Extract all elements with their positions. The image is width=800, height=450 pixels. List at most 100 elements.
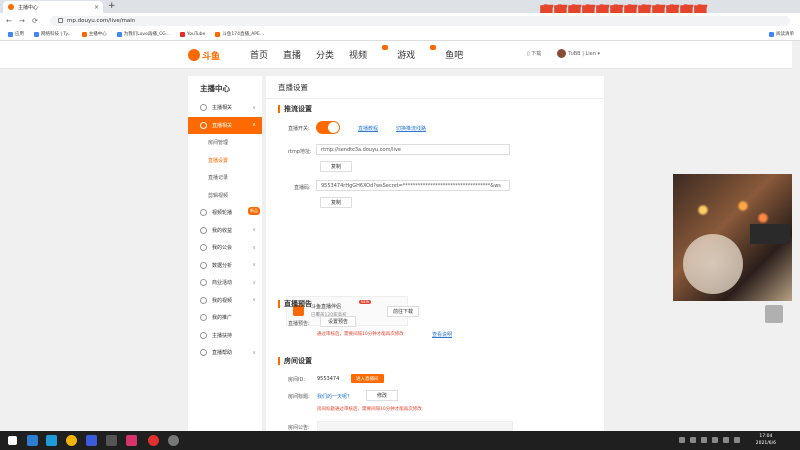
- tray-icon[interactable]: [712, 437, 718, 443]
- nav-live[interactable]: 直播: [283, 48, 301, 61]
- sidebar-item-analytics[interactable]: 数据分析 ∨: [188, 257, 262, 275]
- lock-icon: [58, 18, 63, 23]
- logo-text: 斗鱼: [202, 51, 221, 62]
- bookmark-apps[interactable]: 应用: [8, 31, 24, 37]
- nav-fishbar[interactable]: 鱼吧: [445, 48, 463, 61]
- sidebar-item-promotion[interactable]: 我的推广: [188, 309, 262, 327]
- sidebar-item-income[interactable]: 我的收益 ∨: [188, 222, 262, 240]
- download-button[interactable]: 前往下载: [387, 306, 419, 317]
- app-icon[interactable]: [86, 435, 97, 446]
- sidebar-item-help[interactable]: 直播帮助 ∨: [188, 344, 262, 362]
- hot-badge-icon: [430, 45, 437, 50]
- new-badge: NEW: [359, 300, 372, 304]
- copy-code-button[interactable]: 复制: [320, 197, 352, 208]
- room-notice-textarea[interactable]: [317, 421, 513, 431]
- live-preview-label: 直播预告:: [288, 321, 310, 327]
- nav-game[interactable]: 游戏: [397, 45, 437, 61]
- bookmark-item[interactable]: 斗鱼174直播_APE...: [215, 31, 264, 37]
- obs-icon[interactable]: [168, 435, 179, 446]
- room-title-value[interactable]: 我们的一天呢?: [317, 393, 350, 400]
- sidebar-sub-live-records[interactable]: 直播记录: [188, 169, 262, 187]
- tray-icon[interactable]: [679, 437, 685, 443]
- sidebar-item-video-carousel[interactable]: 视频轮播 新品: [188, 204, 262, 222]
- app-icon[interactable]: [148, 435, 159, 446]
- stream-code-input[interactable]: 9553474rHgGH6XOd?wsSecret=**************…: [316, 180, 510, 191]
- chevron-down-icon: ∨: [252, 297, 256, 304]
- tray-icon[interactable]: [701, 437, 707, 443]
- user-menu[interactable]: TuBB | Lien ▾: [557, 49, 600, 58]
- sidebar-item-support[interactable]: 主播扶持: [188, 327, 262, 345]
- douyu-logo[interactable]: 斗鱼: [188, 46, 226, 64]
- url-input[interactable]: mp.douyu.com/live/main: [50, 15, 790, 26]
- bookmark-youtube[interactable]: YouTube: [180, 31, 205, 37]
- bookmark-item[interactable]: 网络科技 | Ty...: [34, 31, 72, 37]
- sidebar-item-guild[interactable]: 我的公会 ∨: [188, 239, 262, 257]
- enter-live-room-button[interactable]: 进入直播间: [351, 374, 384, 383]
- sidebar: 主播中心 主播相关 ∨ 直播相关 ∧ 房间管理 直播设置 直播记录 剪辑视频 视频轮…: [188, 76, 262, 431]
- preview-warning: 通过审核后，需要间隔10分钟才能再次修改: [317, 332, 404, 337]
- nav-video[interactable]: 视频: [349, 45, 389, 61]
- forward-icon[interactable]: →: [19, 17, 27, 25]
- bookmark-item[interactable]: 为我们Love再播_CG...: [116, 31, 170, 37]
- chrome-icon[interactable]: [66, 435, 77, 446]
- tray-icon[interactable]: [723, 437, 729, 443]
- download-link[interactable]: ▯ 下载: [527, 50, 541, 57]
- floating-tool-icon[interactable]: [765, 305, 783, 323]
- edit-title-button[interactable]: 修改: [366, 390, 398, 401]
- chevron-up-icon: ∧: [252, 122, 256, 129]
- sidebar-sub-room-manage[interactable]: 房间管理: [188, 134, 262, 152]
- bookmark-item[interactable]: 主播中心: [81, 31, 107, 37]
- close-tab-icon[interactable]: ×: [94, 4, 99, 11]
- view-explanation-link[interactable]: 查看说明: [432, 331, 452, 338]
- page-scrollbar[interactable]: [792, 41, 800, 431]
- sidebar-item-my-videos[interactable]: 我的视频 ∨: [188, 292, 262, 310]
- volume-icon[interactable]: [734, 437, 740, 443]
- bookmark-icon: [34, 31, 39, 37]
- hand-icon: [200, 331, 207, 339]
- apps-icon: [8, 31, 13, 37]
- video-icon: [200, 209, 207, 217]
- app-icon[interactable]: [106, 435, 117, 446]
- new-tab-icon[interactable]: +: [108, 1, 116, 11]
- sidebar-sub-live-settings[interactable]: 直播设置: [188, 152, 262, 170]
- help-icon: [200, 349, 207, 357]
- reload-icon[interactable]: ⟳: [32, 17, 40, 25]
- windows-start-icon[interactable]: [8, 436, 17, 445]
- page-body: 斗鱼 首页 直播 分类 视频 游戏 鱼吧 ▯ 下载 TuBB | Lien ▾ …: [0, 41, 800, 431]
- reading-list[interactable]: 阅读清单: [769, 31, 794, 37]
- tray-icon[interactable]: [690, 437, 696, 443]
- nav-home[interactable]: 首页: [250, 48, 268, 61]
- browser-tab[interactable]: 主播中心 ×: [3, 1, 103, 13]
- room-id-value: 9553474: [317, 376, 340, 382]
- browser-tab-strip: 主播中心 × + 啊啊啊啊啊啊啊啊啊啊啊啊: [0, 0, 800, 21]
- avatar: [557, 49, 567, 58]
- tab-title: 主播中心: [18, 4, 39, 11]
- push-settings-heading: 推流设置: [278, 105, 312, 113]
- bookmarks-bar: 应用 网络科技 | Ty... 主播中心 为我们Love再播_CG... You…: [0, 28, 800, 41]
- search-icon[interactable]: [27, 435, 38, 446]
- room-notice-label: 房间公告:: [288, 425, 310, 431]
- app-icon[interactable]: [46, 435, 57, 446]
- rtmp-input[interactable]: rtmp://sendtc3a.douyu.com/live: [316, 144, 510, 155]
- mic-icon: [200, 104, 207, 112]
- live-tutorial-link[interactable]: 直播教程: [358, 125, 378, 132]
- rtmp-label: rtmp地址:: [288, 149, 312, 155]
- bag-icon: [200, 279, 207, 287]
- switch-push-line-link[interactable]: 切换推流线路: [396, 125, 426, 132]
- back-icon[interactable]: ←: [6, 17, 14, 25]
- os-taskbar: 17:04 2021/6/6: [0, 431, 800, 450]
- chevron-down-icon: ∨: [252, 227, 256, 234]
- nav-category[interactable]: 分类: [316, 48, 334, 61]
- live-switch-label: 直播开关:: [288, 126, 310, 132]
- copy-rtmp-button[interactable]: 复制: [320, 161, 352, 172]
- sidebar-item-live[interactable]: 直播相关 ∧: [188, 116, 262, 134]
- sidebar-sub-clip-video[interactable]: 剪辑视频: [188, 187, 262, 205]
- live-switch-toggle[interactable]: [316, 121, 340, 134]
- chevron-down-icon: ∨: [252, 279, 256, 286]
- sidebar-item-business[interactable]: 商业活动 ∨: [188, 274, 262, 292]
- set-preview-button[interactable]: 设置预告: [320, 316, 356, 327]
- sidebar-item-anchor[interactable]: 主播相关 ∨: [188, 99, 262, 117]
- clock[interactable]: 17:04 2021/6/6: [756, 433, 776, 447]
- chevron-down-icon: ∨: [252, 244, 256, 251]
- app-icon[interactable]: [126, 435, 137, 446]
